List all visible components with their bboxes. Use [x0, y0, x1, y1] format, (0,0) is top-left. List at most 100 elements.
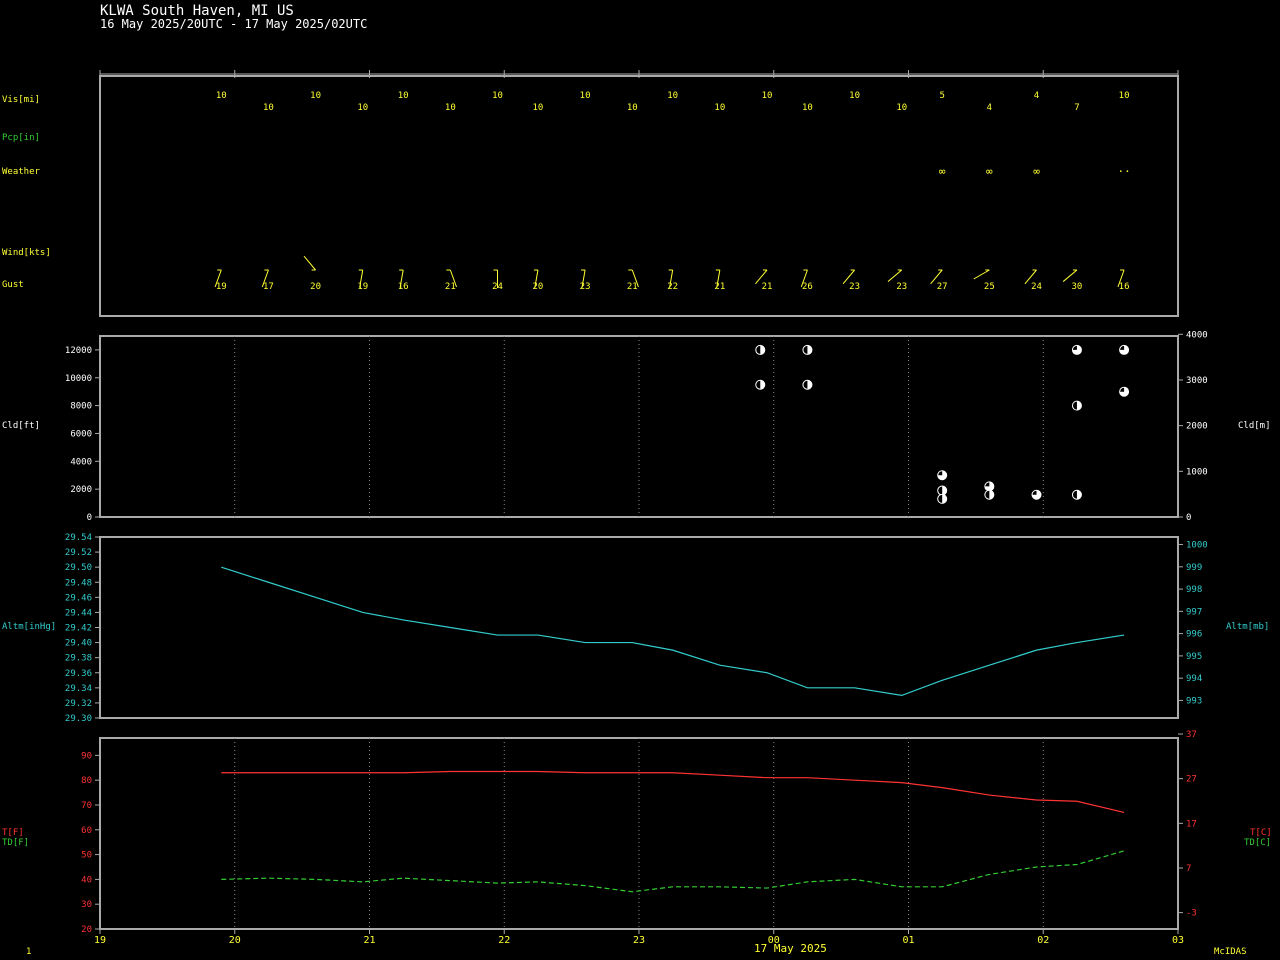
temp-f-tick-label: 60	[81, 826, 92, 836]
vis-value: 10	[896, 103, 907, 113]
altm-mb-tick-label: 995	[1186, 652, 1202, 662]
gust-value: 21	[627, 282, 638, 292]
vis-value: 10	[492, 91, 503, 101]
temp-f-tick-label: 20	[81, 925, 92, 935]
gust-value: 22	[667, 282, 678, 292]
cld-ft-tick-label: 4000	[70, 457, 92, 467]
vis-value: 10	[627, 103, 638, 113]
cld-m-tick-label: 2000	[1186, 422, 1208, 432]
time-axis-tick-label: 22	[498, 935, 510, 946]
gust-value: 23	[849, 282, 860, 292]
altm-mb-tick-label: 993	[1186, 696, 1202, 706]
time-axis-tick-label: 02	[1037, 935, 1049, 946]
weather-symbol: ∞	[986, 165, 993, 178]
time-axis-tick-label: 03	[1172, 935, 1184, 946]
altm-inhg-tick-label: 29.46	[65, 593, 92, 603]
temp-c-tick-label: 17	[1186, 819, 1197, 829]
cld-ft-tick-label: 12000	[65, 346, 92, 356]
altm-inhg-tick-label: 29.42	[65, 624, 92, 634]
cld-ft-tick-label: 8000	[70, 402, 92, 412]
gust-value: 19	[357, 282, 368, 292]
altm-inhg-tick-label: 29.40	[65, 639, 92, 649]
time-axis-tick-label: 23	[633, 935, 645, 946]
vis-value: 10	[357, 103, 368, 113]
vis-value: 10	[310, 91, 321, 101]
cld-ft-tick-label: 0	[87, 513, 92, 523]
cld-ft-tick-label: 10000	[65, 374, 92, 384]
vis-value: 10	[762, 91, 773, 101]
cld-m-tick-label: 4000	[1186, 330, 1208, 340]
altm-inhg-tick-label: 29.38	[65, 654, 92, 664]
altm-inhg-tick-label: 29.52	[65, 548, 92, 558]
gust-value: 24	[1031, 282, 1042, 292]
altm-inhg-tick-label: 29.32	[65, 699, 92, 709]
vis-value: 10	[445, 103, 456, 113]
gust-value: 16	[1119, 282, 1130, 292]
time-axis-tick-label: 01	[902, 935, 914, 946]
gust-value: 17	[263, 282, 274, 292]
vis-value: 10	[533, 103, 544, 113]
vis-value: 10	[802, 103, 813, 113]
altm-inhg-tick-label: 29.30	[65, 714, 92, 724]
gust-value: 26	[802, 282, 813, 292]
temp-c-tick-label: 27	[1186, 775, 1197, 785]
altimeter-line	[221, 566, 1125, 696]
wind-barb-staff	[1062, 269, 1078, 282]
time-axis-tick-label: 19	[94, 935, 106, 946]
vis-value: 10	[849, 91, 860, 101]
vis-value: 4	[1034, 91, 1039, 101]
gust-value: 19	[216, 282, 227, 292]
vis-value: 5	[939, 91, 944, 101]
temp-c-tick-label: 37	[1186, 730, 1197, 740]
temperature-line	[221, 770, 1125, 813]
wind-barb-staff	[887, 269, 903, 282]
altm-mb-tick-label: 1000	[1186, 541, 1208, 551]
weather-symbol: ··	[1117, 165, 1130, 178]
temp-f-tick-label: 80	[81, 776, 92, 786]
altm-inhg-tick-label: 29.34	[65, 684, 92, 694]
temp-f-tick-label: 50	[81, 851, 92, 861]
altm-mb-tick-label: 998	[1186, 585, 1202, 595]
weather-symbol: ∞	[1033, 165, 1040, 178]
gust-value: 16	[398, 282, 409, 292]
time-axis-tick-label: 21	[363, 935, 375, 946]
gust-value: 20	[533, 282, 544, 292]
vis-value: 10	[263, 103, 274, 113]
vis-value: 10	[667, 91, 678, 101]
weather-symbol: ∞	[939, 165, 946, 178]
vis-value: 10	[398, 91, 409, 101]
cld-m-tick-label: 3000	[1186, 376, 1208, 386]
gust-value: 27	[937, 282, 948, 292]
vis-value: 10	[580, 91, 591, 101]
wind-barb-staff	[973, 269, 990, 280]
gust-value: 30	[1072, 282, 1083, 292]
cld-ft-tick-label: 6000	[70, 429, 92, 439]
gust-value: 21	[445, 282, 456, 292]
altm-mb-tick-label: 994	[1186, 674, 1202, 684]
altm-mb-tick-label: 999	[1186, 563, 1202, 573]
cld-m-tick-label: 0	[1186, 513, 1191, 523]
cld-m-tick-label: 1000	[1186, 467, 1208, 477]
altm-inhg-tick-label: 29.36	[65, 669, 92, 679]
vis-value: 7	[1074, 103, 1079, 113]
vis-value: 10	[1119, 91, 1130, 101]
gust-value: 21	[762, 282, 773, 292]
gust-value: 25	[984, 282, 995, 292]
vis-value: 4	[987, 103, 992, 113]
altm-inhg-tick-label: 29.50	[65, 563, 92, 573]
time-axis-tick-label: 20	[229, 935, 241, 946]
vis-value: 10	[714, 103, 725, 113]
altm-mb-tick-label: 997	[1186, 607, 1202, 617]
gust-value: 20	[310, 282, 321, 292]
gust-value: 23	[580, 282, 591, 292]
altimeter-panel-frame	[99, 536, 1179, 719]
temp-f-tick-label: 30	[81, 900, 92, 910]
cld-ft-tick-label: 2000	[70, 485, 92, 495]
temp-c-tick-label: -3	[1186, 909, 1197, 919]
dewpoint-line	[221, 850, 1125, 893]
vis-value: 10	[216, 91, 227, 101]
altm-inhg-tick-label: 29.44	[65, 608, 92, 618]
gust-value: 23	[896, 282, 907, 292]
meteogram-canvas: 10 19 10 17 10 20 10 19 10 16 10 21 10 24 10 20 10 23 10 21…	[65, 70, 1208, 946]
gust-value: 21	[714, 282, 725, 292]
